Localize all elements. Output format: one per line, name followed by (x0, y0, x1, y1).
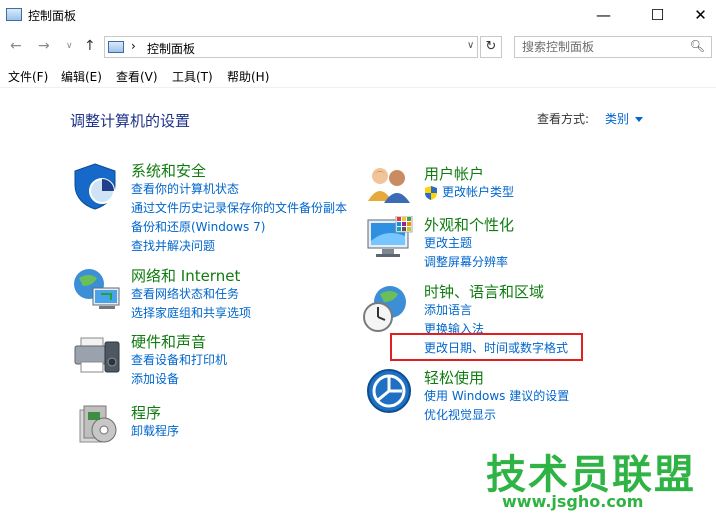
link-uninstall-program[interactable]: 卸载程序 (131, 422, 179, 441)
link-add-device[interactable]: 添加设备 (131, 370, 227, 389)
search-icon[interactable]: 🔍︎ (690, 39, 705, 53)
ease-of-access-icon[interactable] (366, 368, 412, 414)
breadcrumb[interactable]: 控制面板 (147, 40, 195, 57)
menu-help[interactable]: 帮助(H) (227, 68, 269, 85)
link-change-account-type[interactable]: 更改帐户类型 (424, 183, 514, 202)
category-accounts: 用户帐户 更改帐户类型 (424, 165, 514, 202)
search-input[interactable] (515, 37, 692, 57)
printer-speaker-icon[interactable] (71, 332, 123, 378)
link-add-language[interactable]: 添加语言 (424, 301, 568, 320)
menu-tools[interactable]: 工具(T) (172, 68, 213, 85)
category-title[interactable]: 系统和安全 (131, 162, 347, 180)
category-hardware: 硬件和声音 查看设备和打印机 添加设备 (131, 333, 227, 389)
appearance-monitor-icon[interactable] (366, 216, 414, 262)
up-arrow-icon[interactable]: ↑ (84, 38, 96, 54)
uac-shield-icon (425, 186, 437, 200)
category-title[interactable]: 程序 (131, 404, 179, 422)
link-troubleshoot[interactable]: 查找并解决问题 (131, 237, 347, 256)
link-screen-resolution[interactable]: 调整屏幕分辨率 (424, 253, 514, 272)
highlight-box (390, 333, 583, 361)
recent-locations-chevron-icon[interactable]: ∨ (66, 41, 73, 51)
category-ease-of-access: 轻松使用 使用 Windows 建议的设置 优化视觉显示 (424, 369, 569, 425)
control-panel-icon (108, 41, 124, 53)
back-arrow-icon[interactable]: ← (10, 38, 22, 54)
search-box[interactable]: 🔍︎ (514, 36, 712, 58)
close-button[interactable]: ✕ (678, 0, 716, 30)
window-title: 控制面板 (28, 9, 77, 23)
link-network-status[interactable]: 查看网络状态和任务 (131, 285, 251, 304)
view-by-value[interactable]: 类别 (605, 112, 629, 126)
maximize-button[interactable]: ☐ (635, 0, 680, 30)
link-backup-restore[interactable]: 备份和还原(Windows 7) (131, 218, 347, 237)
link-change-theme[interactable]: 更改主题 (424, 234, 514, 253)
menu-file[interactable]: 文件(F) (8, 68, 48, 85)
link-homegroup-sharing[interactable]: 选择家庭组和共享选项 (131, 304, 251, 323)
category-title[interactable]: 外观和个性化 (424, 216, 514, 234)
menu-view[interactable]: 查看(V) (116, 68, 158, 85)
network-globe-icon[interactable] (71, 266, 123, 314)
link-optimize-visual-display[interactable]: 优化视觉显示 (424, 406, 569, 425)
minimize-button[interactable]: — (581, 0, 626, 30)
programs-box-icon[interactable] (76, 402, 122, 448)
category-title[interactable]: 轻松使用 (424, 369, 569, 387)
category-title[interactable]: 时钟、语言和区域 (424, 283, 568, 301)
watermark-url: www.jsgho.com (502, 492, 644, 511)
category-title[interactable]: 网络和 Internet (131, 267, 251, 285)
link-windows-recommended-settings[interactable]: 使用 Windows 建议的设置 (424, 387, 569, 406)
title-bar: 控制面板 — ☐ ✕ (0, 0, 716, 30)
view-by-dropdown[interactable]: 类别 (605, 110, 644, 127)
clock-globe-icon[interactable] (362, 284, 414, 334)
link-file-history[interactable]: 通过文件历史记录保存你的文件备份副本 (131, 199, 347, 218)
link-devices-printers[interactable]: 查看设备和打印机 (131, 351, 227, 370)
caret-down-icon[interactable] (635, 117, 644, 122)
category-security: 系统和安全 查看你的计算机状态 通过文件历史记录保存你的文件备份副本 备份和还原… (131, 162, 347, 256)
link-view-computer-status[interactable]: 查看你的计算机状态 (131, 180, 347, 199)
refresh-icon[interactable]: ↻ (480, 36, 502, 58)
user-accounts-icon[interactable] (366, 165, 412, 205)
watermark: 技术员联盟 www.jsgho.com (486, 440, 711, 515)
shield-icon[interactable] (71, 161, 121, 211)
category-title[interactable]: 硬件和声音 (131, 333, 227, 351)
breadcrumb-separator-icon: › (131, 39, 136, 53)
page-title: 调整计算机的设置 (70, 112, 191, 130)
category-programs: 程序 卸载程序 (131, 404, 179, 441)
view-by-label: 查看方式: (537, 112, 590, 126)
menu-bar: 文件(F) 编辑(E) 查看(V) 工具(T) 帮助(H) (0, 66, 716, 86)
menu-edit[interactable]: 编辑(E) (61, 68, 102, 85)
control-panel-app-icon (6, 8, 22, 21)
address-bar[interactable]: › 控制面板 ∨ (104, 36, 478, 58)
address-dropdown-icon[interactable]: ∨ (467, 40, 474, 51)
category-network: 网络和 Internet 查看网络状态和任务 选择家庭组和共享选项 (131, 267, 251, 323)
link-label: 更改帐户类型 (442, 185, 515, 199)
category-appearance: 外观和个性化 更改主题 调整屏幕分辨率 (424, 216, 514, 272)
category-title[interactable]: 用户帐户 (424, 165, 514, 183)
forward-arrow-icon[interactable]: → (38, 38, 50, 54)
